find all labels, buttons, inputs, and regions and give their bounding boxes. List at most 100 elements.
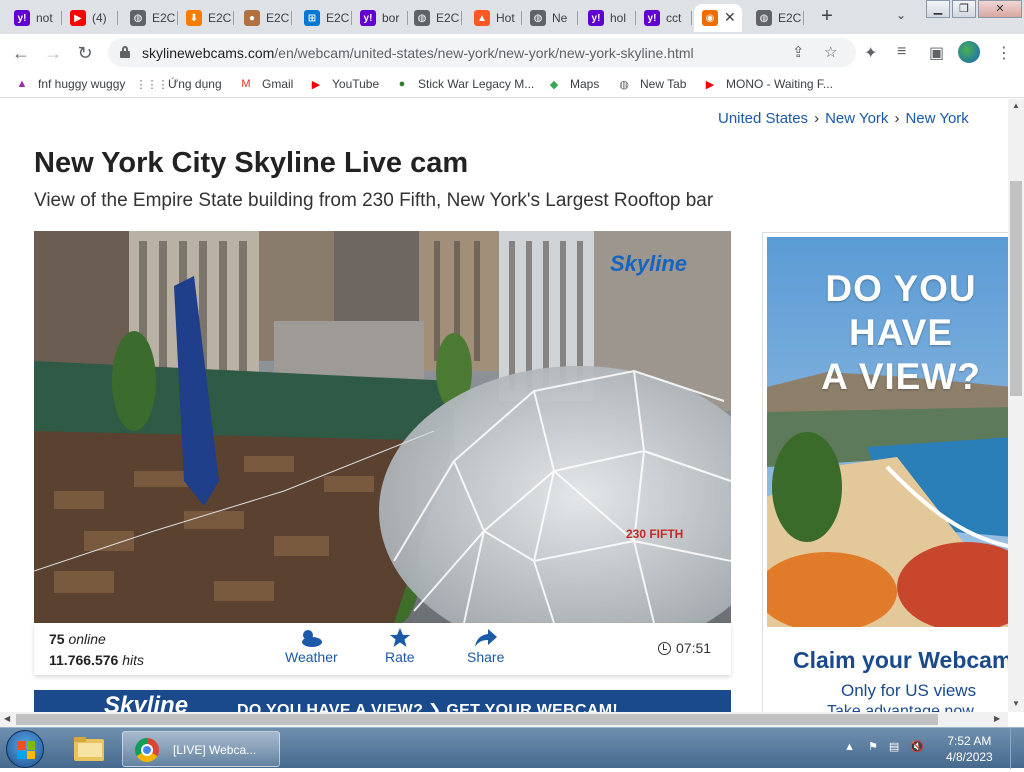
yahoo-icon: y! <box>360 10 376 26</box>
browser-toolbar: ← → ↻ skylinewebcams.com/en/webcam/unite… <box>0 34 1024 71</box>
breadcrumb-city[interactable]: New York <box>905 110 968 127</box>
chrome-icon <box>135 738 159 762</box>
bookmark-label: fnf huggy wuggy <box>38 77 126 91</box>
scroll-right-icon[interactable]: ▶ <box>994 714 1000 723</box>
show-hidden-icons-icon[interactable]: ▲ <box>844 741 855 753</box>
bookmark-label: MONO - Waiting F... <box>726 77 833 91</box>
webcam-view[interactable]: Skyline 230 FIFTH <box>34 231 731 623</box>
share-page-icon[interactable]: ⇪ <box>792 43 805 61</box>
file-explorer-button[interactable] <box>66 731 112 767</box>
weather-button[interactable]: Weather <box>285 627 338 665</box>
browser-tab[interactable]: ▶ (4) <box>62 4 118 32</box>
tab-title: cct <box>666 11 682 25</box>
browser-tab[interactable]: ◍ Ne <box>522 4 578 32</box>
vertical-scroll-thumb[interactable] <box>1010 181 1022 396</box>
ad-subtext: Only for US views <box>841 681 977 700</box>
window-close-button[interactable]: ✕ <box>978 0 1022 18</box>
back-arrow-icon[interactable]: ← <box>10 42 32 64</box>
youtube-icon: ▶ <box>70 10 86 26</box>
browser-tab[interactable]: ◍ E2C <box>748 4 804 32</box>
clock-icon <box>658 641 671 655</box>
tab-title: (4) <box>92 11 107 25</box>
menu-kebab-icon[interactable]: ⋮ <box>996 43 1012 63</box>
bookmarks-bar: ▲ fnf huggy wuggy ⋮⋮⋮ Ứng dụng M Gmail ▶ YouTub… <box>0 71 1024 98</box>
tab-title: E2C <box>326 11 350 25</box>
browser-tab[interactable]: ◍ E2C <box>406 4 462 32</box>
web-page: United States › New York › New York New York… <box>0 99 1008 712</box>
browser-tab[interactable]: ◍ E2C <box>122 4 178 32</box>
new-tab-button[interactable]: + <box>816 5 838 27</box>
chevron-right-icon: › <box>894 110 900 127</box>
tab-search-chevron-icon[interactable]: ⌄ <box>896 8 906 22</box>
bookmark-item[interactable]: ▶ YouTube <box>308 76 379 92</box>
browser-tab[interactable]: ⊞ E2C <box>296 4 352 32</box>
ad-subtext-2: Take advantage now <box>827 703 974 712</box>
stick-war-icon: ● <box>398 78 406 90</box>
bookmark-item[interactable]: ▲ fnf huggy wuggy <box>14 76 126 92</box>
vertical-scrollbar[interactable]: ▲ ▼ <box>1008 99 1024 712</box>
bookmark-star-icon[interactable]: ☆ <box>824 43 837 61</box>
tab-title: hol <box>610 11 627 25</box>
bookmark-item[interactable]: ◆ Maps <box>546 76 600 92</box>
page-title: New York City Skyline Live cam <box>34 147 469 179</box>
horizontal-scrollbar[interactable]: ◀ ▶ <box>0 712 1008 727</box>
network-icon[interactable]: ▤ <box>889 741 899 753</box>
volume-muted-icon[interactable]: 🔇 <box>910 741 924 753</box>
folder-icon <box>74 737 104 761</box>
breadcrumb-state[interactable]: New York <box>825 110 888 127</box>
browser-tab[interactable]: ● E2C <box>236 4 292 32</box>
extensions-puzzle-icon[interactable]: ✦ <box>864 43 877 63</box>
yahoo-icon: y! <box>588 10 604 26</box>
yahoo-icon: y! <box>14 10 30 26</box>
taskbar-clock[interactable]: 7:52 AM 4/8/2023 <box>946 733 993 765</box>
hits-count: 11.766.576 hits <box>49 652 144 668</box>
browser-tab[interactable]: y! bor <box>352 4 408 32</box>
forward-arrow-icon[interactable]: → <box>42 42 64 64</box>
start-button[interactable] <box>6 730 44 768</box>
browser-tab[interactable]: ⬇ E2C <box>178 4 234 32</box>
bookmark-item[interactable]: M Gmail <box>238 76 293 92</box>
bookmark-item[interactable]: ● Stick War Legacy M... <box>394 76 535 92</box>
media-queue-icon[interactable]: ≡ <box>897 43 906 61</box>
reload-icon[interactable]: ↻ <box>74 42 96 64</box>
hot-icon: ▲ <box>474 10 490 26</box>
lock-icon[interactable] <box>120 46 130 58</box>
address-bar[interactable]: skylinewebcams.com/en/webcam/united-stat… <box>108 38 856 67</box>
tab-title: not <box>36 11 53 25</box>
show-desktop-button[interactable] <box>1010 728 1024 769</box>
globe-icon: ◍ <box>530 10 546 26</box>
chrome-taskbar-button[interactable]: [LIVE] Webca... <box>122 731 280 767</box>
browser-tab[interactable]: y! hol <box>580 4 636 32</box>
rate-button[interactable]: Rate <box>385 627 415 665</box>
horizontal-scroll-thumb[interactable] <box>16 714 938 725</box>
sidebar-advertisement[interactable]: DO YOU HAVE A VIEW? Claim your Webcam On… <box>762 232 1008 712</box>
youtube-icon: ▶ <box>705 78 715 91</box>
browser-tab[interactable]: y! cct <box>636 4 692 32</box>
scroll-left-icon[interactable]: ◀ <box>4 714 10 723</box>
arrow-down-icon: ⬇ <box>186 10 202 26</box>
weather-cloud-icon <box>302 630 323 647</box>
minimize-button[interactable]: ▁ <box>926 0 950 18</box>
yahoo-icon: y! <box>644 10 660 26</box>
bookmark-item[interactable]: ▶ MONO - Waiting F... <box>702 76 833 92</box>
share-button[interactable]: Share <box>467 627 504 665</box>
maximize-button[interactable]: ❐ <box>952 0 976 18</box>
side-panel-icon[interactable]: ▣ <box>929 43 944 63</box>
bookmark-item[interactable]: ◍ New Tab <box>616 76 686 92</box>
windows-logo-icon <box>17 741 35 759</box>
bookmark-label: Maps <box>570 77 600 91</box>
bookmark-label: New Tab <box>640 77 687 91</box>
webcam-promo-banner[interactable]: Skyline DO YOU HAVE A VIEW? ❯ GET YOUR W… <box>34 690 731 712</box>
scroll-down-icon[interactable]: ▼ <box>1012 699 1020 708</box>
tab-title: E2C <box>778 11 802 25</box>
breadcrumb-country[interactable]: United States <box>718 110 808 127</box>
profile-avatar[interactable] <box>958 41 980 63</box>
browser-tab[interactable]: ▲ Hot <box>466 4 522 32</box>
browser-tab[interactable]: y! not <box>6 4 62 32</box>
bookmark-item[interactable]: ⋮⋮⋮ Ứng dụng <box>136 76 222 92</box>
url-text[interactable]: skylinewebcams.com/en/webcam/united-stat… <box>142 45 694 61</box>
action-center-flag-icon[interactable]: ⚑ <box>868 741 878 753</box>
close-tab-icon[interactable]: ✕ <box>724 9 736 26</box>
scroll-up-icon[interactable]: ▲ <box>1012 101 1020 110</box>
youtube-icon: ▶ <box>311 78 321 91</box>
